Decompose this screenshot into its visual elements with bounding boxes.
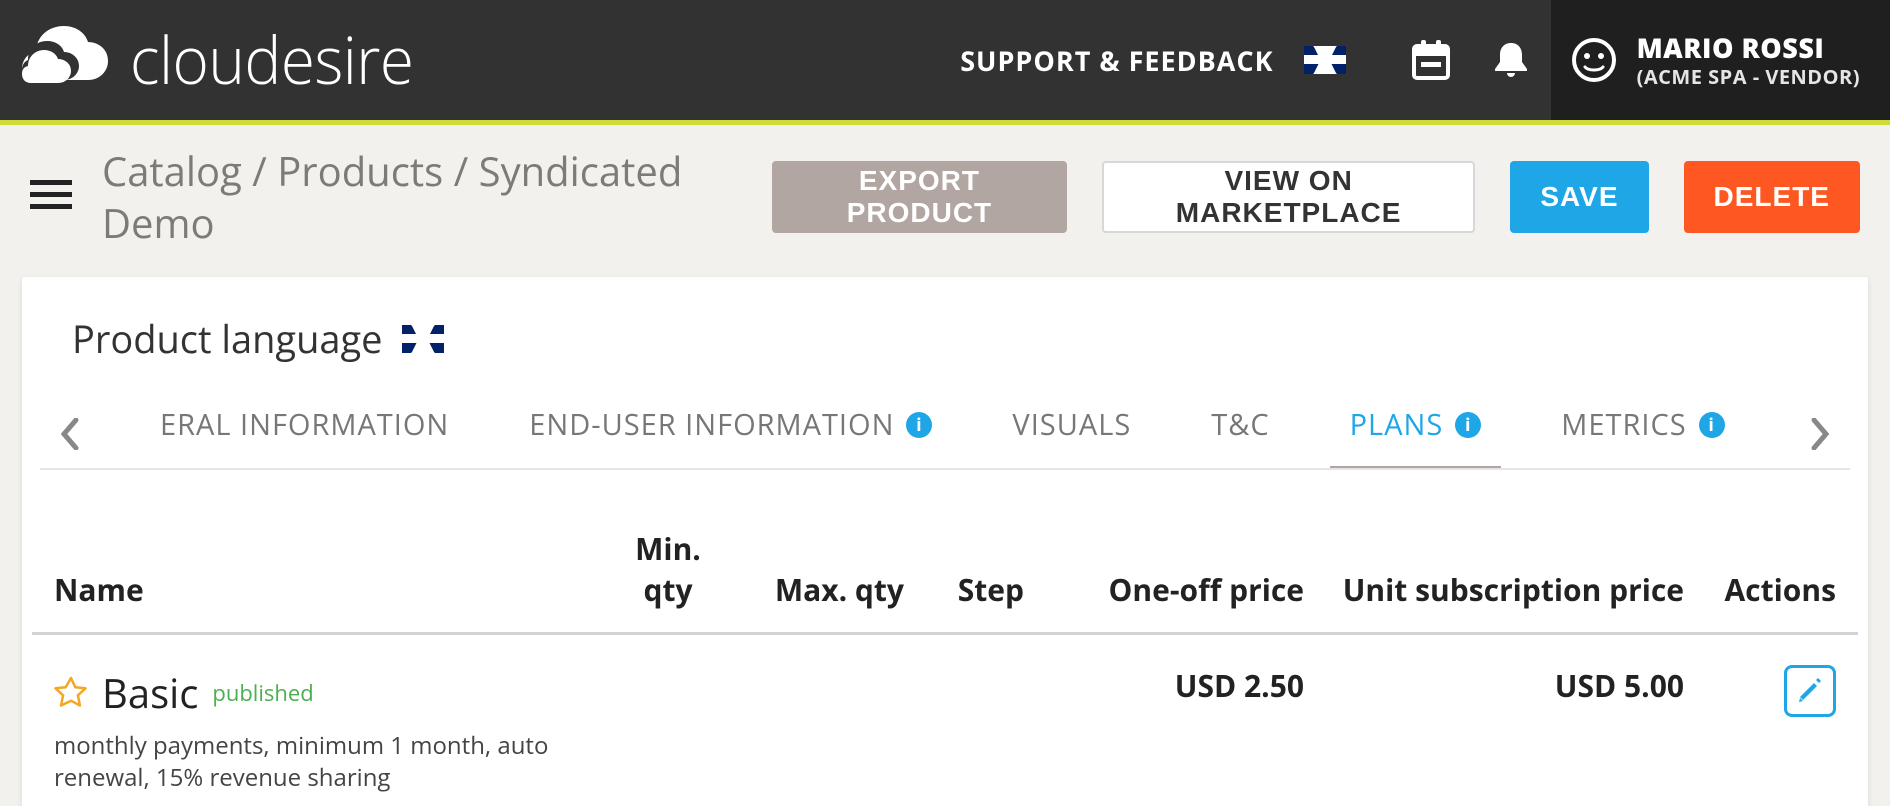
language-flag-icon[interactable] — [1304, 46, 1346, 74]
tab-label: VISUALS — [1012, 405, 1131, 444]
pencil-icon — [1796, 677, 1824, 705]
plans-table: Name Min. qty Max. qty Step One-off pric… — [32, 510, 1858, 805]
col-step: Step — [918, 510, 1038, 634]
user-menu[interactable]: MARIO ROSSI (ACME SPA - VENDOR) — [1551, 0, 1890, 120]
calendar-button[interactable] — [1391, 0, 1471, 120]
edit-plan-button[interactable] — [1784, 665, 1836, 717]
save-button[interactable]: SAVE — [1510, 161, 1648, 233]
col-actions: Actions — [1698, 510, 1858, 634]
hamburger-menu-button[interactable] — [30, 178, 72, 217]
user-name: MARIO ROSSI — [1637, 31, 1860, 65]
tab-label: PLANS — [1350, 405, 1444, 444]
info-icon: i — [906, 412, 932, 438]
col-one-off: One-off price — [1038, 510, 1318, 634]
tabs-scroll-right[interactable] — [1790, 414, 1850, 460]
product-language-flag-icon[interactable] — [402, 325, 444, 353]
table-row: Basic published monthly payments, minimu… — [32, 634, 1858, 805]
tab-metrics[interactable]: METRICS i — [1561, 405, 1724, 444]
breadcrumb[interactable]: Catalog / Products / Syndicated Demo — [102, 145, 742, 249]
chevron-left-icon — [60, 418, 80, 450]
view-on-marketplace-button[interactable]: VIEW ON MARKETPLACE — [1102, 161, 1475, 233]
tab-plans[interactable]: PLANS i — [1350, 405, 1482, 444]
info-icon: i — [1455, 412, 1481, 438]
tab-general-information[interactable]: ERAL INFORMATION — [160, 405, 449, 444]
status-badge: published — [212, 678, 313, 708]
tab-end-user-information[interactable]: END-USER INFORMATION i — [529, 405, 932, 444]
info-icon: i — [1699, 412, 1725, 438]
cell-one-off: USD 2.50 — [1038, 634, 1318, 805]
export-product-button[interactable]: EXPORT PRODUCT — [772, 161, 1067, 233]
notifications-button[interactable] — [1471, 0, 1551, 120]
plan-name: Basic — [102, 665, 198, 720]
product-language-label: Product language — [72, 313, 382, 365]
cell-max-qty — [738, 634, 918, 805]
col-max-qty: Max. qty — [738, 510, 918, 634]
hamburger-icon — [30, 178, 72, 212]
tab-label: END-USER INFORMATION — [529, 405, 894, 444]
col-name: Name — [32, 510, 598, 634]
calendar-icon — [1411, 38, 1451, 82]
cell-min-qty — [598, 634, 738, 805]
subheader: Catalog / Products / Syndicated Demo EXP… — [0, 125, 1890, 277]
topbar: cloudesire SUPPORT & FEEDBACK — [0, 0, 1890, 120]
star-icon[interactable] — [54, 676, 88, 710]
avatar-icon — [1571, 37, 1617, 83]
table-header-row: Name Min. qty Max. qty Step One-off pric… — [32, 510, 1858, 634]
tabs: ERAL INFORMATION END-USER INFORMATION i V… — [40, 405, 1850, 470]
plan-description: monthly payments, minimum 1 month, auto … — [54, 730, 584, 795]
tabs-scroll-left[interactable] — [40, 414, 100, 460]
product-card: Product language ERAL INFORMATION END-US… — [22, 277, 1868, 806]
cell-step — [918, 634, 1038, 805]
brand-logo[interactable]: cloudesire — [0, 18, 413, 102]
cloud-icon — [20, 25, 110, 95]
bell-icon — [1493, 39, 1529, 81]
delete-button[interactable]: DELETE — [1684, 161, 1860, 233]
chevron-right-icon — [1810, 418, 1830, 450]
col-min-qty: Min. qty — [598, 510, 738, 634]
tab-visuals[interactable]: VISUALS — [1012, 405, 1131, 444]
tab-label: METRICS — [1561, 405, 1686, 444]
brand-text: cloudesire — [130, 16, 413, 104]
user-org: (ACME SPA - VENDOR) — [1637, 64, 1860, 89]
col-unit-sub: Unit subscription price — [1318, 510, 1698, 634]
tab-terms-and-conditions[interactable]: T&C — [1211, 405, 1269, 444]
support-feedback-link[interactable]: SUPPORT & FEEDBACK — [930, 42, 1303, 79]
product-language-row: Product language — [32, 313, 1858, 405]
tab-label: ERAL INFORMATION — [160, 405, 449, 444]
cell-unit-sub: USD 5.00 — [1318, 634, 1698, 805]
tab-label: T&C — [1211, 405, 1269, 444]
user-info: MARIO ROSSI (ACME SPA - VENDOR) — [1637, 31, 1860, 90]
